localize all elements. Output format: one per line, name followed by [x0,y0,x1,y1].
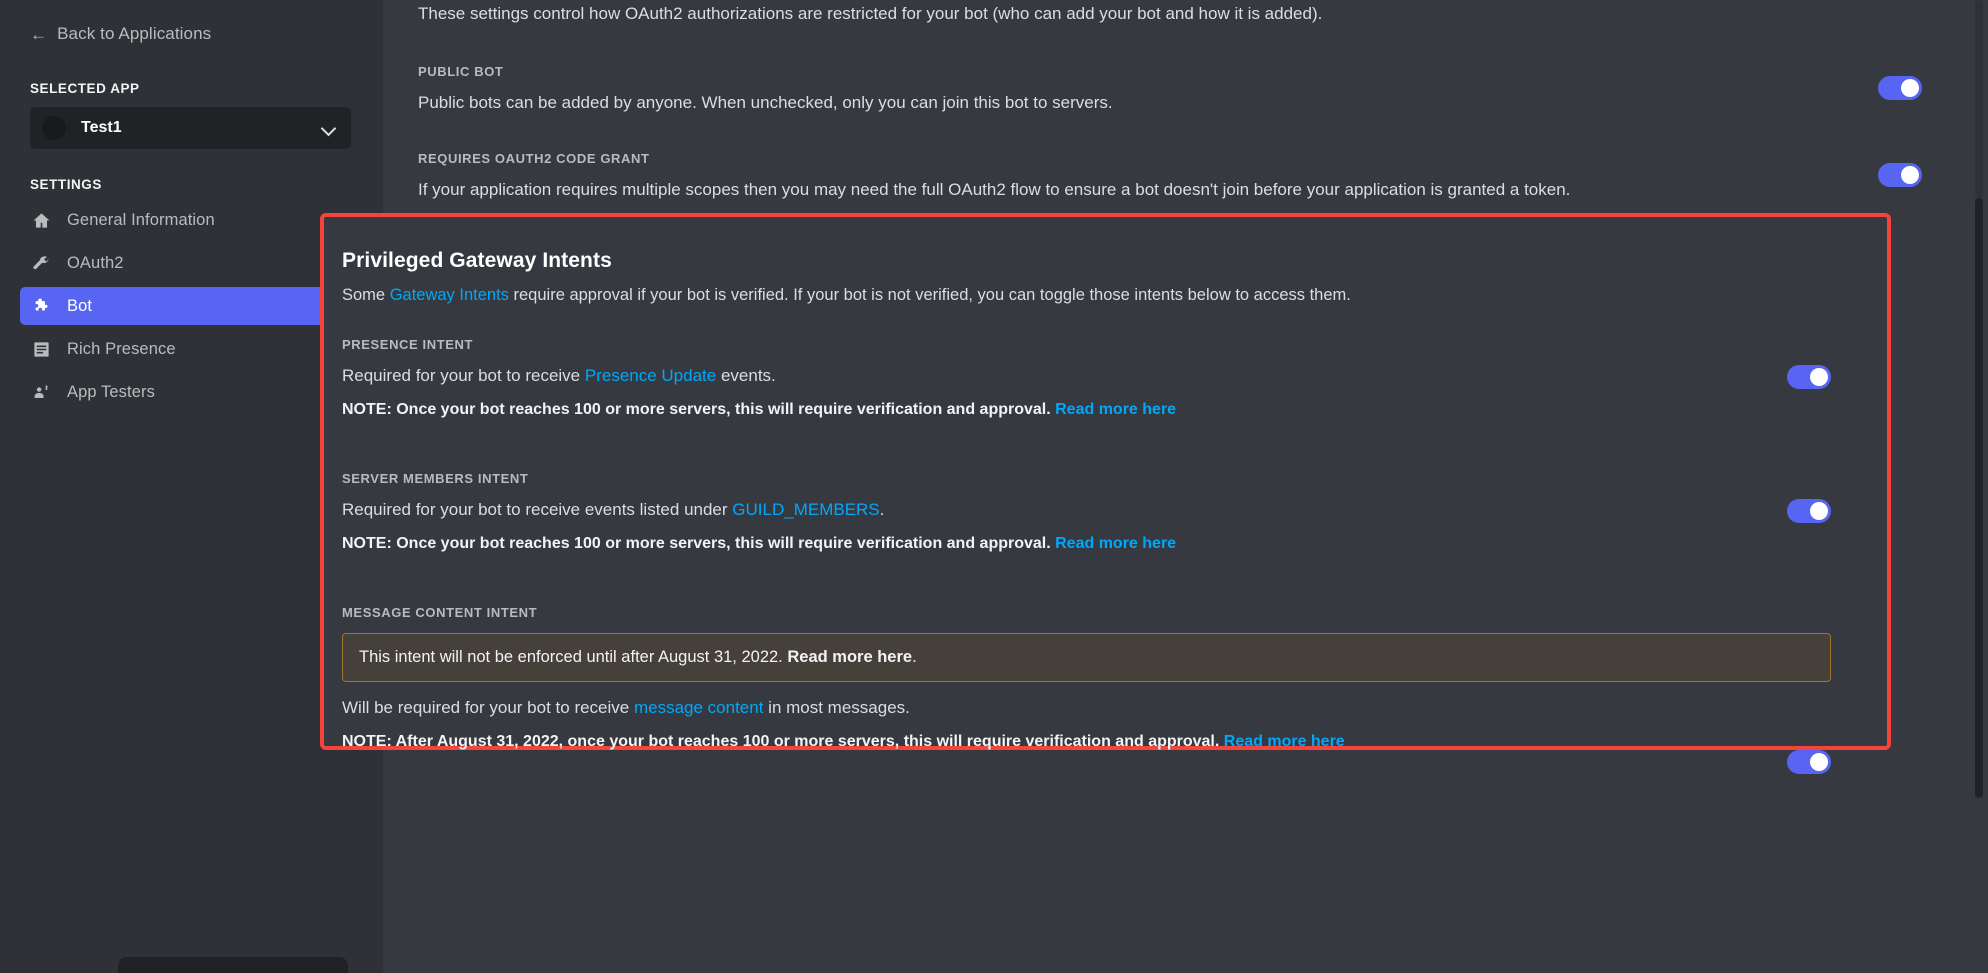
privileged-gateway-intents-section: Privileged Gateway Intents Some Gateway … [324,217,1887,774]
sidebar-bottom-bar [118,957,348,973]
message-content-warning-banner: This intent will not be enforced until a… [342,633,1831,682]
oauth2-code-grant-description: If your application requires multiple sc… [418,180,1571,199]
message-content-intent-toggle[interactable] [1787,750,1831,774]
toggle-knob [1810,753,1828,771]
sidebar-item-rich-presence[interactable]: Rich Presence [20,330,351,368]
presence-intent-label: PRESENCE INTENT [342,337,474,352]
intents-subtitle: Some Gateway Intents require approval if… [342,286,1887,305]
sidebar-item-label: OAuth2 [67,253,124,272]
sidebar-item-label: Bot [67,296,93,315]
sidebar-item-bot[interactable]: Bot [20,287,351,325]
presence-intent-toggle[interactable] [1787,365,1831,389]
page-title: Privileged Gateway Intents [342,249,612,272]
puzzle-piece-icon [30,295,52,317]
public-bot-description: Public bots can be added by anyone. When… [418,93,1113,112]
server-members-intent-description: Required for your bot to receive events … [342,500,1887,520]
wrench-icon [30,252,52,274]
server-members-intent-note: NOTE: Once your bot reaches 100 or more … [342,535,1887,553]
sidebar-item-general-information[interactable]: General Information [20,201,351,239]
presence-intent-description: Required for your bot to receive Presenc… [342,366,1887,386]
arrow-left-icon: ← [30,24,48,44]
selected-app-heading: SELECTED APP [30,81,140,96]
message-content-intent-block: MESSAGE CONTENT INTENT This intent will … [342,605,1887,774]
message-content-intent-label: MESSAGE CONTENT INTENT [342,605,538,620]
presence-desc-after: events. [716,366,776,385]
intents-subtitle-before: Some [342,286,390,304]
presence-note-text: NOTE: Once your bot reaches 100 or more … [342,401,1056,418]
sidebar-item-label: Rich Presence [67,339,176,358]
public-bot-toggle[interactable] [1878,76,1922,100]
presence-intent-block: PRESENCE INTENT Required for your bot to… [342,337,1887,419]
server-members-desc-before: Required for your bot to receive events … [342,500,733,519]
oauth2-code-grant-toggle[interactable] [1878,163,1922,187]
sidebar-item-oauth2[interactable]: OAuth2 [20,244,351,282]
chevron-down-icon [322,121,336,135]
banner-text-before: This intent will not be enforced until a… [359,648,788,666]
public-bot-label: PUBLIC BOT [418,64,504,79]
scrollbar-thumb[interactable] [1975,198,1983,798]
app-selector-dropdown[interactable]: Test1 [30,107,351,149]
toggle-knob [1901,79,1919,97]
oauth2-code-grant-setting: REQUIRES OAUTH2 CODE GRANT If your appli… [400,151,1988,200]
read-more-here-link[interactable]: Read more here [1055,401,1176,418]
message-content-desc-after: in most messages. [763,698,910,717]
toggle-knob [1810,502,1828,520]
presence-intent-note: NOTE: Once your bot reaches 100 or more … [342,401,1887,419]
sidebar-item-label: App Testers [67,382,155,401]
public-bot-setting: PUBLIC BOT Public bots can be added by a… [400,64,1988,113]
discord-developer-portal: ← Back to Applications SELECTED APP Test… [0,0,1988,973]
message-content-link[interactable]: message content [634,698,763,717]
list-card-icon [30,338,52,360]
privileged-gateway-intents-highlight: Privileged Gateway Intents Some Gateway … [320,213,1891,774]
guild-members-link[interactable]: GUILD_MEMBERS [732,500,879,519]
home-icon [30,209,52,231]
banner-read-more-link[interactable]: Read more here [787,648,912,666]
toggle-knob [1810,368,1828,386]
back-to-applications-link[interactable]: ← Back to Applications [0,18,383,50]
sidebar-item-app-testers[interactable]: App Testers [20,373,351,411]
server-members-desc-after: . [879,500,885,519]
selected-app-name: Test1 [81,119,122,136]
sidebar-item-label: General Information [67,210,215,229]
avatar [42,116,66,140]
person-raising-hand-icon [30,381,52,403]
message-content-intent-description: Will be required for your bot to receive… [342,698,1887,718]
message-content-note-text: NOTE: After August 31, 2022, once your b… [342,733,1224,750]
server-members-intent-toggle[interactable] [1787,499,1831,523]
server-members-intent-label: SERVER MEMBERS INTENT [342,471,529,486]
read-more-here-link[interactable]: Read more here [1224,733,1345,750]
settings-heading: SETTINGS [30,177,102,192]
server-members-intent-block: SERVER MEMBERS INTENT Required for your … [342,471,1887,553]
presence-desc-before: Required for your bot to receive [342,366,585,385]
intents-subtitle-after: require approval if your bot is verified… [508,286,1351,304]
presence-update-link[interactable]: Presence Update [585,366,716,385]
message-content-desc-before: Will be required for your bot to receive [342,698,634,717]
back-to-applications-label: Back to Applications [57,24,212,43]
oauth2-intro-text: These settings control how OAuth2 author… [418,4,1323,23]
message-content-intent-note: NOTE: After August 31, 2022, once your b… [342,733,1887,751]
banner-text-after: . [912,648,917,666]
server-members-note-text: NOTE: Once your bot reaches 100 or more … [342,535,1056,552]
toggle-knob [1901,166,1919,184]
read-more-here-link[interactable]: Read more here [1055,535,1176,552]
oauth2-code-grant-label: REQUIRES OAUTH2 CODE GRANT [418,151,650,166]
gateway-intents-link[interactable]: Gateway Intents [390,286,509,304]
